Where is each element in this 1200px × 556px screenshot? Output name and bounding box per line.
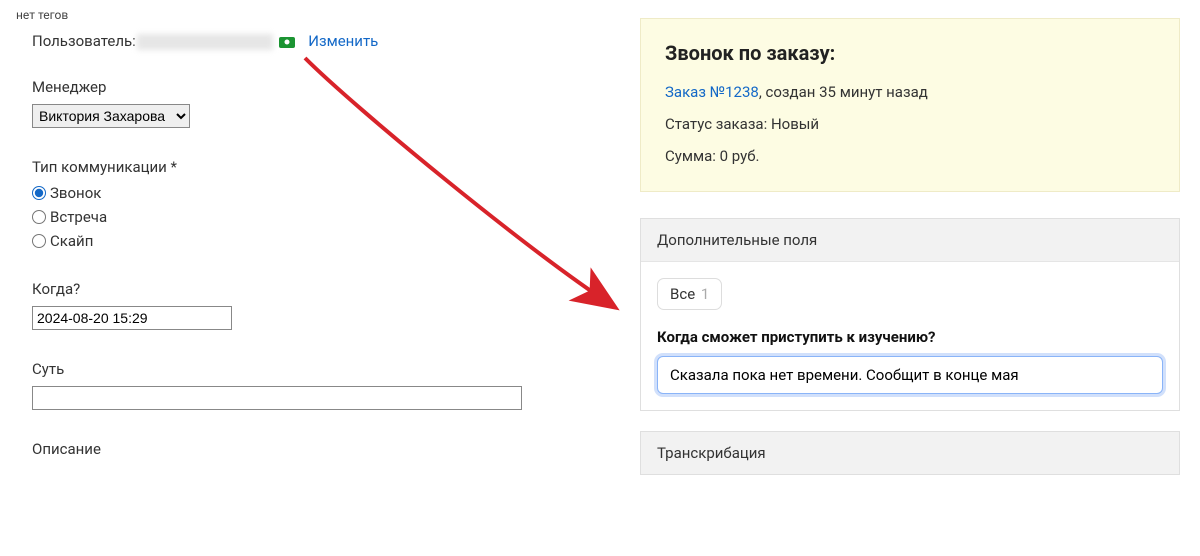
filter-chip-count: 1 xyxy=(701,285,709,303)
essence-label: Суть xyxy=(32,360,600,378)
call-card-status: Статус заказа: Новый xyxy=(665,115,1155,133)
when-input[interactable] xyxy=(32,306,232,330)
comm-radio-skype-label[interactable]: Скайп xyxy=(50,232,93,250)
description-label: Описание xyxy=(32,440,600,458)
comm-type-label: Тип коммуникации * xyxy=(32,158,600,176)
call-card-title: Звонок по заказу: xyxy=(665,41,1155,65)
no-tags-label: нет тегов xyxy=(16,8,600,22)
transcription-panel: Транскрибация xyxy=(640,431,1180,475)
comm-radio-call[interactable] xyxy=(32,186,46,200)
user-label: Пользователь: xyxy=(32,32,136,50)
extra-field-question: Когда сможет приступить к изучению? xyxy=(657,328,1163,346)
comm-radio-skype[interactable] xyxy=(32,234,46,248)
call-card-order-line: Заказ №1238, создан 35 минут назад xyxy=(665,83,1155,101)
call-card: Звонок по заказу: Заказ №1238, создан 35… xyxy=(640,18,1180,192)
essence-section: Суть xyxy=(32,360,600,410)
when-section: Когда? xyxy=(32,280,600,330)
comm-radio-meeting[interactable] xyxy=(32,210,46,224)
order-link[interactable]: Заказ №1238 xyxy=(665,83,759,101)
manager-select[interactable]: Виктория Захарова xyxy=(32,104,190,128)
comm-radio-meeting-label[interactable]: Встреча xyxy=(50,208,107,226)
comm-radio-call-label[interactable]: Звонок xyxy=(50,184,101,202)
user-row: Пользователь: Изменить xyxy=(32,32,600,50)
comm-type-section: Тип коммуникации * Звонок Встреча Скайп xyxy=(32,158,600,250)
money-icon xyxy=(279,37,295,48)
change-user-link[interactable]: Изменить xyxy=(308,32,378,50)
extra-field-answer-input[interactable] xyxy=(657,356,1163,394)
essence-input[interactable] xyxy=(32,386,522,410)
filter-chip-all[interactable]: Все 1 xyxy=(657,278,722,310)
manager-section: Менеджер Виктория Захарова xyxy=(32,78,600,128)
call-card-amount: Сумма: 0 руб. xyxy=(665,147,1155,165)
transcription-header[interactable]: Транскрибация xyxy=(641,432,1179,474)
extra-fields-header[interactable]: Дополнительные поля xyxy=(641,219,1179,262)
when-label: Когда? xyxy=(32,280,600,298)
extra-fields-panel: Дополнительные поля Все 1 Когда сможет п… xyxy=(640,218,1180,411)
filter-chip-label: Все xyxy=(670,285,695,303)
manager-label: Менеджер xyxy=(32,78,600,96)
description-section: Описание xyxy=(32,440,600,458)
user-name-redacted xyxy=(137,34,273,50)
order-created-suffix: , создан 35 минут назад xyxy=(759,83,928,101)
